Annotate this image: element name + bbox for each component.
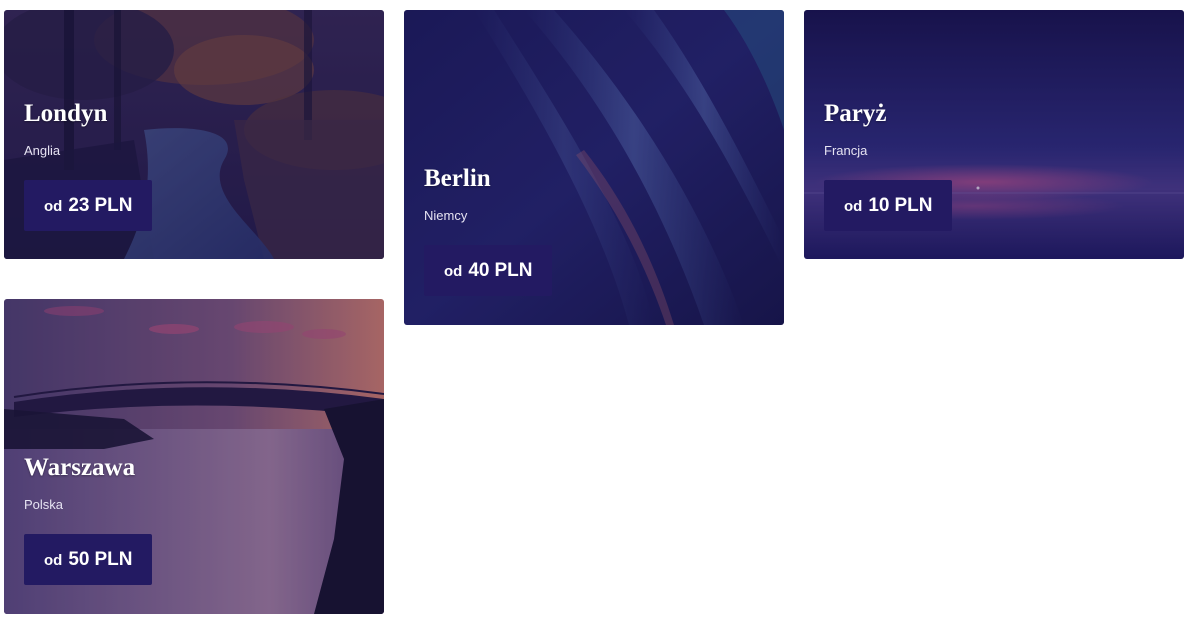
price-currency: PLN (94, 195, 133, 216)
price-amount: 10 (868, 195, 890, 216)
destination-card-paryz[interactable]: Paryż Francja od 10 PLN (804, 10, 1184, 259)
card-city-name: Warszawa (24, 454, 136, 481)
price-button-berlin[interactable]: od 40 PLN (424, 245, 553, 296)
destination-card-berlin[interactable]: Berlin Niemcy od 40 PLN (404, 10, 784, 325)
price-prefix: od (44, 552, 63, 569)
destination-card-londyn[interactable]: Londyn Anglia od 23 PLN (4, 10, 384, 259)
price-amount: 40 (468, 260, 490, 281)
card-city-name: Berlin (424, 165, 491, 192)
price-prefix: od (44, 198, 63, 215)
card-city-name: Londyn (24, 100, 108, 127)
card-country-name: Francja (824, 143, 868, 158)
price-prefix: od (844, 198, 863, 215)
card-country-name: Niemcy (424, 208, 468, 223)
price-currency: PLN (94, 549, 133, 570)
price-button-warszawa[interactable]: od 50 PLN (24, 534, 153, 585)
price-amount: 50 (68, 549, 90, 570)
price-button-londyn[interactable]: od 23 PLN (24, 180, 153, 231)
price-currency: PLN (494, 260, 533, 281)
price-amount: 23 (68, 195, 90, 216)
destination-card-warszawa[interactable]: Warszawa Polska od 50 PLN (4, 299, 384, 614)
price-prefix: od (444, 263, 463, 280)
price-currency: PLN (894, 195, 933, 216)
card-country-name: Anglia (24, 143, 61, 158)
price-button-paryz[interactable]: od 10 PLN (824, 180, 953, 231)
card-city-name: Paryż (824, 100, 887, 127)
card-country-name: Polska (24, 497, 64, 512)
